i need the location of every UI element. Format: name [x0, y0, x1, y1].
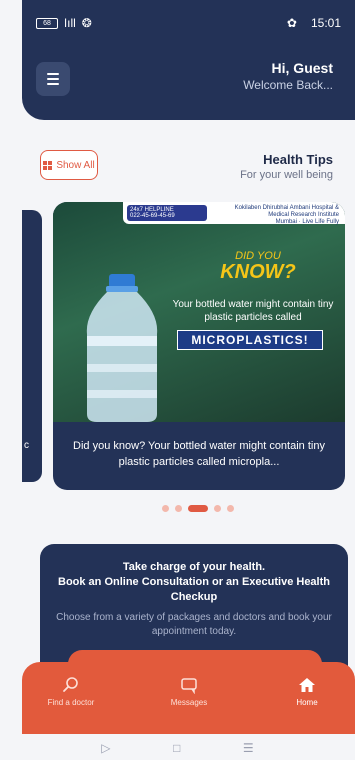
- tab-home[interactable]: Home: [262, 676, 352, 707]
- carousel-dot[interactable]: [213, 504, 221, 512]
- carousel-indicator: [0, 504, 355, 512]
- status-time: 15:01: [310, 16, 341, 30]
- back-nav-icon[interactable]: ▷: [101, 741, 110, 755]
- status-bar: 68 ǀıll ❂ ✿ 15:01: [36, 14, 341, 32]
- tip-card-caption: Did you know? Your bottled water might c…: [73, 440, 325, 468]
- tip-image-text: Your bottled water might contain tiny pl…: [172, 299, 334, 323]
- promo-description: Choose from a variety of packages and do…: [56, 612, 332, 637]
- bottom-tab-bar: Find a doctor Messages Home: [22, 662, 355, 734]
- signal-icon: ǀıll: [64, 16, 76, 30]
- water-bottle-illustration: [86, 274, 158, 422]
- recents-nav-icon[interactable]: ☰: [243, 741, 254, 755]
- carousel-dot[interactable]: [174, 504, 182, 512]
- system-nav-bar: ▷ □ ☰: [0, 736, 355, 760]
- grid-icon: [43, 160, 53, 170]
- tip-card-featured[interactable]: 24x7 HELPLINE 022-45-69-45-69 Kokilaben …: [53, 202, 345, 490]
- home-nav-icon[interactable]: □: [173, 741, 180, 755]
- search-icon: [63, 677, 78, 692]
- notification-icon: ❂: [81, 16, 92, 30]
- carousel-dot-active[interactable]: [187, 504, 208, 512]
- health-tips-title-block: Health Tips For your well being: [240, 152, 333, 181]
- promo-subheadline: Book an Online Consultation or an Execut…: [58, 576, 330, 603]
- hospital-banner: 24x7 HELPLINE 022-45-69-45-69 Kokilaben …: [123, 202, 345, 225]
- health-tips-header: Show All Health Tips For your well being: [40, 150, 333, 182]
- greeting-title: Hi, Guest: [271, 60, 333, 76]
- battery-icon: 68: [36, 17, 58, 29]
- alarm-icon: ✿: [286, 16, 297, 30]
- carousel-dot[interactable]: [226, 504, 234, 512]
- tab-messages[interactable]: Messages: [144, 676, 234, 707]
- tab-messages-label: Messages: [170, 698, 208, 707]
- tab-home-label: Home: [296, 698, 318, 707]
- show-all-button[interactable]: Show All: [40, 150, 98, 180]
- tab-find-doctor[interactable]: Find a doctor: [26, 676, 116, 707]
- tip-card-image: 24x7 HELPLINE 022-45-69-45-69 Kokilaben …: [53, 202, 345, 422]
- promo-headline: Take charge of your health.: [122, 561, 266, 573]
- menu-button[interactable]: [36, 62, 70, 96]
- did-you-know-heading: DID YOU KNOW?: [220, 250, 296, 283]
- microplastics-label: MICROPLASTICS!: [177, 330, 323, 350]
- hamburger-icon: [47, 73, 59, 75]
- health-tips-subtitle: For your well being: [240, 169, 333, 181]
- home-icon: [299, 678, 315, 692]
- app-header: 68 ǀıll ❂ ✿ 15:01 Hi, Guest Welcome Back…: [22, 0, 355, 120]
- tip-card-previous-text: c: [24, 440, 29, 451]
- carousel-dot[interactable]: [161, 504, 169, 512]
- battery-level: 68: [43, 19, 51, 27]
- greeting: Hi, Guest Welcome Back...: [243, 60, 333, 92]
- hospital-logo: Kokilaben Dhirubhai Ambani Hospital & Me…: [234, 205, 339, 225]
- tip-card-previous[interactable]: c: [22, 210, 42, 482]
- show-all-label: Show All: [56, 159, 95, 171]
- chat-icon: [181, 678, 197, 694]
- greeting-subtitle: Welcome Back...: [243, 78, 333, 92]
- health-tips-title: Health Tips: [263, 152, 333, 167]
- tab-find-doctor-label: Find a doctor: [47, 698, 95, 707]
- helpline-badge: 24x7 HELPLINE 022-45-69-45-69: [127, 205, 207, 221]
